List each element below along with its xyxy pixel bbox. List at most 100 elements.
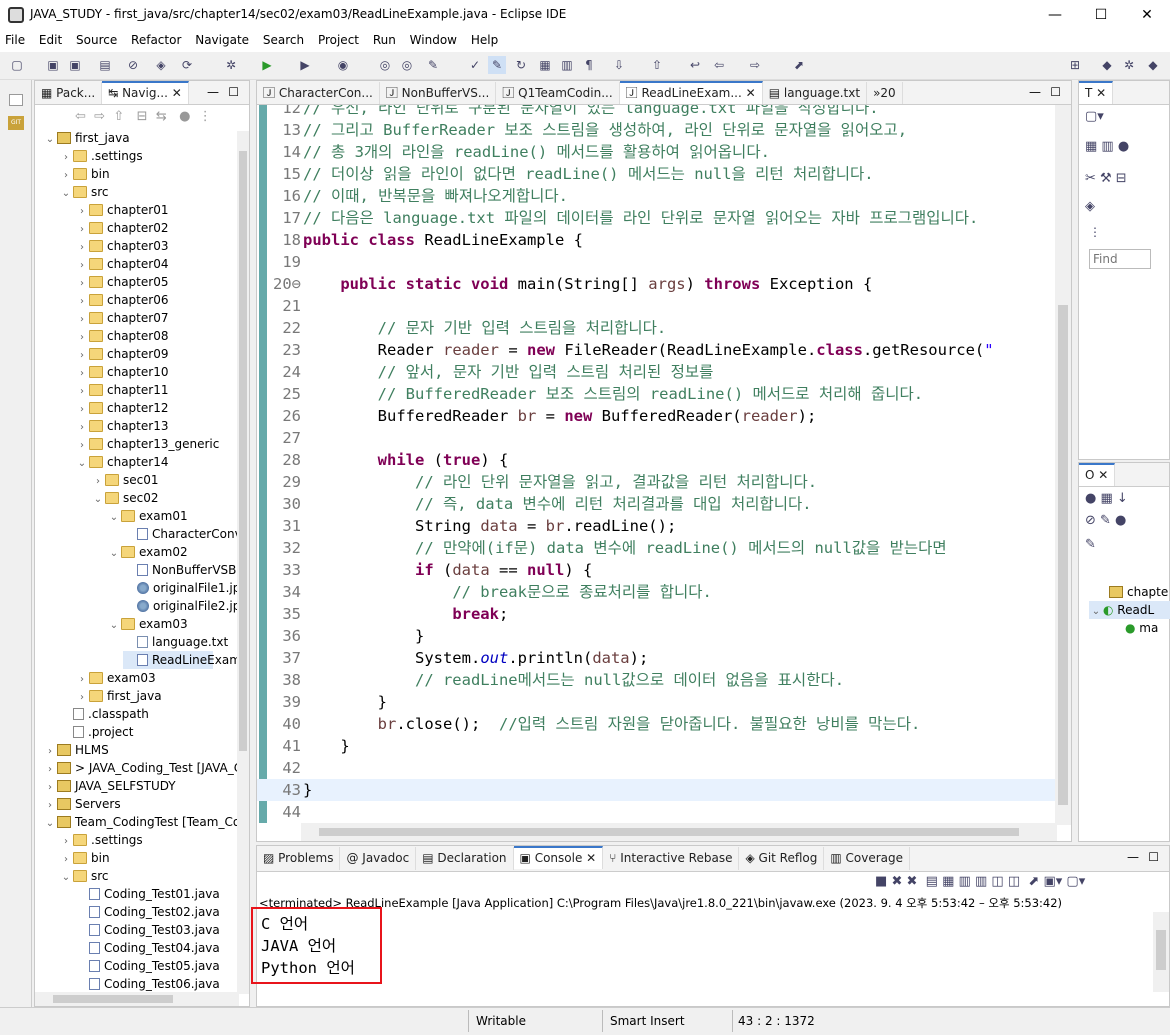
tab-language-txt[interactable]: ▤ language.txt <box>763 82 868 104</box>
tab-package-explorer[interactable]: ▦ Pack... <box>35 82 103 104</box>
forward-icon[interactable]: ⇨ <box>746 56 764 74</box>
outline-item-class[interactable]: ⌄ ◐ ReadL <box>1089 601 1170 619</box>
block-select-icon[interactable]: ▦ <box>536 56 554 74</box>
outline-toolbar-icons[interactable]: ● ▦ ↓ <box>1085 491 1128 506</box>
maximize-button[interactable]: ☐ <box>1078 0 1124 30</box>
tree-item[interactable]: ⌄ Team_CodingTest [Team_Coc <box>43 813 237 831</box>
back-icon[interactable]: ⇦ <box>710 56 728 74</box>
tree-item[interactable]: › chapter11 <box>75 381 168 399</box>
tree-item[interactable]: ⌄ exam03 <box>107 615 188 633</box>
maximize-view-icon[interactable]: ☐ <box>228 85 239 99</box>
code-line[interactable]: 33 if (data == null) { <box>257 559 1055 581</box>
filter-icon[interactable]: ✂ ⚒ ⊟ <box>1085 171 1127 186</box>
tree-item[interactable]: › chapter04 <box>75 255 168 273</box>
tree-item[interactable]: › chapter02 <box>75 219 168 237</box>
tab-nonbuffervs[interactable]: 🄹 NonBufferVS... <box>380 82 497 104</box>
word-wrap-icon[interactable]: ▦ <box>942 874 954 889</box>
menu-search[interactable]: Search <box>258 30 309 47</box>
build-icon[interactable]: ◈ <box>152 56 170 74</box>
up-icon[interactable]: ⇧ <box>113 109 124 124</box>
tree-item[interactable]: › chapter13 <box>75 417 168 435</box>
minimize-view-icon[interactable]: — <box>207 85 219 99</box>
code-line[interactable]: 44 <box>257 801 1055 823</box>
collapse-arrow-icon[interactable]: ⌄ <box>43 815 57 833</box>
code-line[interactable]: 31 String data = br.readLine(); <box>257 515 1055 537</box>
tab-charactercon[interactable]: 🄹 CharacterCon... <box>257 82 380 104</box>
code-line[interactable]: 24 // 앞서, 문자 기반 입력 스트림 처리된 정보를 <box>257 361 1055 383</box>
tree-item[interactable]: › bin <box>59 849 110 867</box>
code-line[interactable]: 34 // break문으로 종료처리를 합니다. <box>257 581 1055 603</box>
code-line[interactable]: 23 Reader reader = new FileReader(ReadLi… <box>257 339 1055 361</box>
menu-source[interactable]: Source <box>71 30 122 47</box>
collapse-arrow-icon[interactable]: ⌄ <box>75 455 89 473</box>
back-nav-icon[interactable]: ⇦ <box>75 109 86 124</box>
console-menu-icon[interactable]: ▢▾ <box>1066 874 1085 889</box>
open-console-icon[interactable]: ⬈ <box>1028 874 1039 889</box>
code-line[interactable]: 14// 총 3개의 라인을 readLine() 메서드를 활용하여 읽어옵니… <box>257 141 1055 163</box>
pin-editor-icon[interactable]: ⬈ <box>790 56 808 74</box>
tab-outline[interactable]: O ✕ <box>1079 463 1116 486</box>
code-area[interactable]: 12// 우선, 라인 단위로 구분된 문자열이 있는 language.txt… <box>257 105 1055 823</box>
code-line[interactable]: 13// 그리고 BufferReader 보조 스트림을 생성하여, 라인 단… <box>257 119 1055 141</box>
tab-task-list[interactable]: T ✕ <box>1079 81 1114 104</box>
tree-item[interactable]: originalFile2.jp <box>123 597 237 615</box>
collapse-arrow-icon[interactable]: ⌄ <box>59 869 73 887</box>
code-line[interactable]: 21 <box>257 295 1055 317</box>
tab-readlineexample[interactable]: 🄹 ReadLineExam... ✕ <box>619 81 763 104</box>
pilcrow-icon[interactable]: ¶ <box>580 56 598 74</box>
tree-item[interactable]: › .settings <box>59 831 143 849</box>
tree-item[interactable]: › .settings <box>59 147 143 165</box>
tree-item[interactable]: › chapter06 <box>75 291 168 309</box>
next-annotation-icon[interactable]: ⇩ <box>610 56 628 74</box>
tree-item[interactable]: CharacterConv <box>123 525 237 543</box>
tree-item[interactable]: › chapter08 <box>75 327 168 345</box>
debug-icon[interactable]: ✲ <box>222 56 240 74</box>
outline-item-method[interactable]: ● ma <box>1125 619 1158 637</box>
code-line[interactable]: 41 } <box>257 735 1055 757</box>
tree-item[interactable]: Coding_Test04.java <box>75 939 220 957</box>
filters-icon[interactable]: ● <box>179 109 190 124</box>
tree-item[interactable]: › bin <box>59 165 110 183</box>
code-line[interactable]: 39 } <box>257 691 1055 713</box>
tree-item[interactable]: › chapter10 <box>75 363 168 381</box>
tree-item[interactable]: › chapter13_generic <box>75 435 219 453</box>
view-menu-icon[interactable]: ⋮ <box>199 109 212 124</box>
tab-problems[interactable]: ▨ Problems <box>257 847 341 870</box>
tree-item[interactable]: .project <box>59 723 133 741</box>
editor-vscrollbar[interactable] <box>1055 105 1071 825</box>
menu-project[interactable]: Project <box>313 30 364 47</box>
tree-item[interactable]: › chapter01 <box>75 201 168 219</box>
remove-all-icon[interactable]: ✖ <box>906 874 917 889</box>
tree-item[interactable]: › HLMS <box>43 741 109 759</box>
open-folder-icon[interactable]: ◎ <box>398 56 416 74</box>
tree-item[interactable]: Coding_Test03.java <box>75 921 220 939</box>
tree-item[interactable]: Coding_Test06.java <box>75 975 220 992</box>
terminate-icon[interactable]: ■ <box>875 874 887 889</box>
display-console-icon[interactable]: ◫ <box>1008 874 1020 889</box>
git-icon[interactable]: GIT <box>8 116 24 130</box>
tab-overflow[interactable]: »20 <box>867 82 903 104</box>
code-line[interactable]: 43} <box>257 779 1055 801</box>
terminal-icon[interactable]: ▤ <box>96 56 114 74</box>
code-line[interactable]: 26 BufferedReader br = new BufferedReade… <box>257 405 1055 427</box>
mark-occurrences-icon[interactable]: ✓ <box>466 56 484 74</box>
code-line[interactable]: 40 br.close(); //입력 스트림 자원을 닫아줍니다. 불필요한 … <box>257 713 1055 735</box>
menu-navigate[interactable]: Navigate <box>190 30 254 47</box>
tree-item[interactable]: Coding_Test02.java <box>75 903 220 921</box>
collapse-arrow-icon[interactable]: ⌄ <box>107 617 121 635</box>
last-edit-icon[interactable]: ↩ <box>686 56 704 74</box>
tree-scroll-thumb[interactable] <box>239 151 247 751</box>
tab-navigator[interactable]: ↹ Navig... ✕ <box>102 81 189 104</box>
java-perspective-icon[interactable]: ◆ <box>1098 56 1116 74</box>
tree-item[interactable]: ReadLineExam <box>123 651 237 669</box>
tree-item[interactable]: language.txt <box>123 633 228 651</box>
tree-item[interactable]: ⌄ sec02 <box>91 489 159 507</box>
tree-item[interactable]: ⌄ src <box>59 183 109 201</box>
categorize-icon[interactable]: ▦ ▥ ● <box>1085 139 1129 154</box>
git-perspective-icon[interactable]: ◆ <box>1144 56 1162 74</box>
annotation-icon[interactable]: ↻ <box>512 56 530 74</box>
remove-launch-icon[interactable]: ✖ <box>891 874 902 889</box>
collapse-arrow-icon[interactable]: ⌄ <box>107 545 121 563</box>
outline-item-package[interactable]: chapte <box>1109 583 1168 601</box>
scroll-lock-icon[interactable]: ▤ <box>926 874 938 889</box>
